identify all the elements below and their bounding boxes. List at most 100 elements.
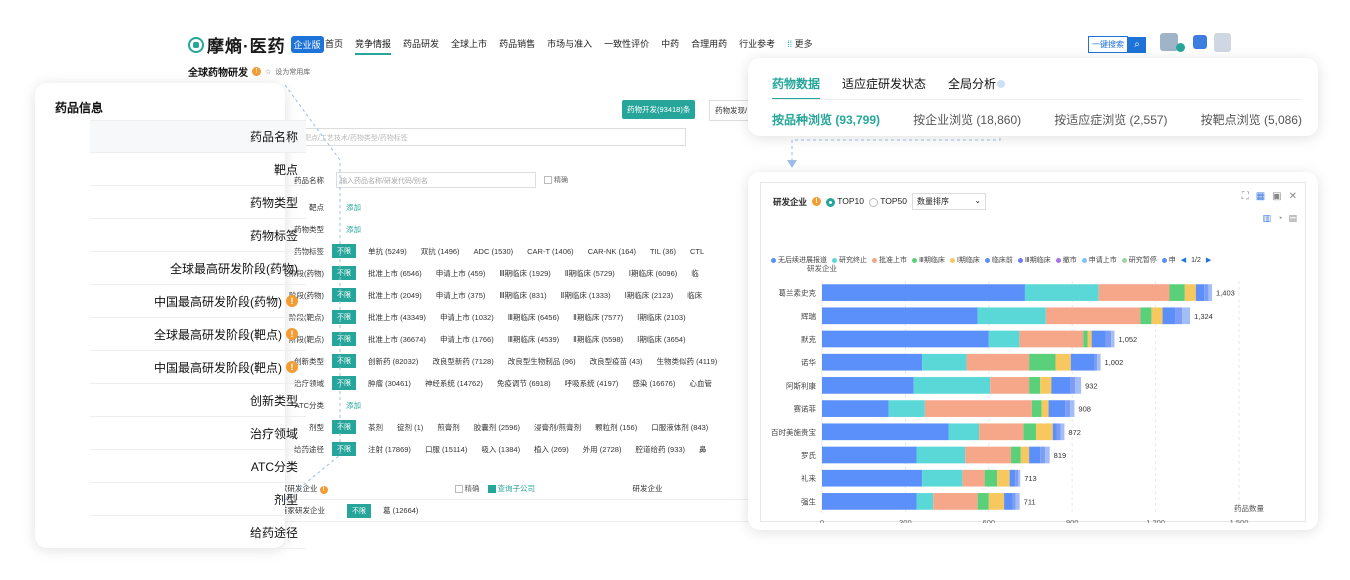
bar-segment[interactable] [1151,307,1163,325]
nav-item[interactable]: 全球上市 [451,37,487,55]
filter-option[interactable]: CTL [690,247,704,256]
add-link[interactable]: 添加 [346,202,361,213]
filter-option[interactable]: 口服 (15114) [425,444,467,455]
bar-segment[interactable] [977,493,989,510]
bar-segment[interactable] [933,493,978,510]
bar-segment[interactable] [916,493,934,510]
drug-info-item[interactable]: 药品名称 [90,120,306,153]
bar-segment[interactable] [1169,284,1185,301]
nav-item[interactable]: 竞争情报 [355,37,392,55]
bar-segment[interactable] [1029,377,1041,394]
bar-segment[interactable] [1195,284,1205,301]
filter-option[interactable]: CAR-NK (164) [588,247,636,256]
unlimited-tag[interactable]: 不限 [332,266,356,280]
bar-segment[interactable] [1015,469,1018,487]
filter-option[interactable]: Ⅱ期临床 (5729) [565,268,615,279]
bar-segment[interactable] [1065,400,1071,417]
drug-info-item[interactable]: 药物类型 [90,186,306,219]
drug-info-item[interactable]: 中国最高研发阶段(药物)! [90,285,306,318]
bar-segment[interactable] [1094,353,1098,371]
bar-segment[interactable] [990,377,1030,394]
filter-option[interactable]: 批准上市 (36674) [368,334,426,345]
filter-option[interactable]: 肿瘤 (30461) [368,378,411,389]
bar-segment[interactable] [1140,307,1152,325]
bar-segment[interactable] [1105,330,1112,348]
bar-segment[interactable] [1041,400,1049,417]
bar-segment[interactable] [922,353,967,371]
nav-item[interactable]: 药品销售 [499,37,535,55]
bar-segment[interactable] [822,377,914,394]
bar-segment[interactable] [1175,307,1183,325]
bar-segment[interactable] [979,423,1024,441]
filter-option[interactable]: 胶囊剂 (2596) [474,422,520,433]
drug-info-item[interactable]: ATC分类 [90,450,306,483]
unlimited-tag[interactable]: 不限 [347,503,371,518]
unlimited-tag[interactable]: 不限 [332,332,356,346]
browse-tab[interactable]: 按适应症浏览 (2,557) [1054,111,1167,128]
bar-segment[interactable] [1012,493,1016,510]
browse-tab[interactable]: 按靶点浏览 (5,086) [1201,111,1302,128]
filter-option[interactable]: Ⅱ期临床 (7577) [573,312,623,323]
filter-option[interactable]: Ⅲ期临床 (1929) [499,268,550,279]
drug-dev-button[interactable]: 药物开发(93418)条 [622,100,696,119]
bar-segment[interactable] [888,400,925,417]
bar-segment[interactable] [1029,353,1056,371]
bar-segment[interactable] [1060,423,1065,441]
bar-segment[interactable] [1070,377,1075,394]
bar-segment[interactable] [962,469,985,487]
filter-option[interactable]: 申请上市 (459) [436,268,486,279]
bar-segment[interactable] [822,469,923,487]
filter-option[interactable]: 批准上市 (43349) [368,312,426,323]
filter-option[interactable]: Ⅱ期临床 (1333) [561,290,611,301]
drug-info-item[interactable]: 中国最高研发阶段(靶点)! [90,351,306,384]
bar-segment[interactable] [988,330,1020,348]
bar-segment[interactable] [1045,307,1141,325]
bar-segment[interactable] [822,307,978,325]
bar-segment[interactable] [1009,469,1016,487]
bar-segment[interactable] [1031,400,1042,417]
filter-option[interactable]: 吸入 (1384) [481,444,520,455]
one-key-search-button[interactable]: 一键搜索 [1088,36,1128,53]
avatar[interactable] [1214,33,1231,52]
nav-item[interactable]: 一致性评价 [604,37,649,55]
drug-info-item[interactable]: 靶点 [90,153,306,186]
filter-option[interactable]: 申请上市 (1766) [440,334,494,345]
bar-segment[interactable] [822,493,917,510]
bar-segment[interactable] [1087,330,1092,348]
filter-option[interactable]: 临 [691,268,699,279]
filter-option[interactable]: 颗粒剂 (156) [595,422,637,433]
bar-segment[interactable] [822,284,1025,301]
bar-segment[interactable] [984,469,998,487]
browse-tab[interactable]: 按品种浏览 (93,799) [772,111,880,128]
bar-segment[interactable] [913,377,991,394]
bar-segment[interactable] [1040,377,1052,394]
bar-segment[interactable] [965,446,1012,464]
bar-segment[interactable] [916,446,966,464]
unlimited-tag[interactable]: 不限 [332,420,356,434]
filter-option[interactable]: 鼻 [699,444,707,455]
filter-option[interactable]: 创新药 (82032) [368,356,418,367]
logo[interactable]: 摩熵·医药 企业版 [188,32,324,57]
first-company-option[interactable]: 葛 (12664) [383,505,418,516]
bar-segment[interactable] [822,353,923,371]
bar-segment[interactable] [977,307,1046,325]
bar-segment[interactable] [997,469,1010,487]
one-key-search[interactable]: 一键搜索 ⌕ [1088,36,1146,53]
bar-segment[interactable] [1182,307,1191,325]
bar-segment[interactable] [1074,377,1082,394]
filter-option[interactable]: 双抗 (1496) [421,246,460,257]
filter-option[interactable]: 申请上市 (375) [436,290,486,301]
bar-segment[interactable] [1083,330,1088,348]
unlimited-tag[interactable]: 不限 [332,376,356,390]
bar-segment[interactable] [822,423,949,441]
browse-tab[interactable]: 按企业浏览 (18,860) [913,111,1021,128]
exact-checkbox[interactable]: 精确 [454,483,480,494]
tab[interactable]: 适应症研发状态 [842,75,926,100]
filter-option[interactable]: 心血管 [689,378,712,389]
bar-segment[interactable] [948,423,980,441]
filter-option[interactable]: TIL (36) [650,247,676,256]
bar-segment[interactable] [1051,377,1071,394]
filter-option[interactable]: Ⅲ期临床 (4539) [508,334,559,345]
bar-segment[interactable] [922,469,963,487]
bar-segment[interactable] [1070,400,1075,417]
